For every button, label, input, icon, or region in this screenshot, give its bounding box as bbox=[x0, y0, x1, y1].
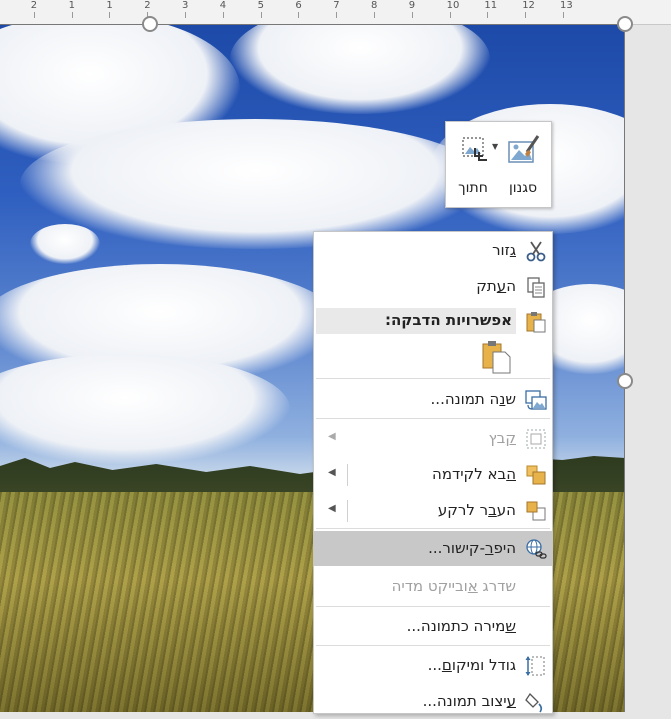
ruler-tick-label: 2 bbox=[30, 0, 38, 18]
resize-handle-top-left[interactable] bbox=[142, 16, 158, 32]
crop-button[interactable]: חתוך ▼ bbox=[450, 128, 498, 200]
menu-item-label: שמירה כתמונה... bbox=[406, 617, 516, 635]
ruler-tick-label: 11 bbox=[484, 0, 498, 18]
scissors-icon bbox=[526, 241, 546, 262]
ruler-tick-label: 2 bbox=[144, 0, 151, 18]
menu-separator bbox=[316, 378, 550, 379]
menu-item-save-as-picture[interactable]: שמירה כתמונה... bbox=[314, 609, 552, 644]
crop-icon bbox=[462, 137, 487, 161]
menu-separator bbox=[316, 418, 550, 419]
menu-separator bbox=[316, 606, 550, 607]
style-label: סגנון bbox=[508, 180, 538, 196]
style-button[interactable]: סגנון bbox=[500, 128, 546, 200]
split-divider bbox=[347, 500, 348, 522]
ruler-tick-label: 6 bbox=[295, 0, 302, 18]
paste-options-header: אפשרויות הדבקה: bbox=[316, 308, 516, 334]
menu-item-hyperlink[interactable]: היפר-קישור... bbox=[314, 531, 552, 566]
submenu-arrow-icon[interactable]: ◀ bbox=[328, 467, 336, 478]
menu-item-copy[interactable]: העתק bbox=[314, 269, 552, 304]
send-backward-icon bbox=[526, 501, 546, 521]
menu-item-label: קבץ bbox=[488, 429, 516, 447]
menu-item-label: עיצוב תמונה... bbox=[422, 692, 516, 710]
ruler-tick-label: 8 bbox=[371, 0, 378, 18]
menu-item-label: שנה תמונה... bbox=[430, 390, 516, 408]
menu-item-label: גודל ומיקום... bbox=[427, 656, 516, 674]
menu-item-bring-forward[interactable]: הבא לקידמה ◀ bbox=[314, 457, 552, 492]
picture-style-icon bbox=[508, 135, 540, 163]
crop-dropdown-arrow-icon[interactable]: ▼ bbox=[492, 142, 498, 151]
menu-item-cut[interactable]: גזור bbox=[314, 233, 552, 268]
ruler-tick-label: 13 bbox=[560, 0, 573, 18]
submenu-arrow-icon: ◀ bbox=[328, 431, 336, 442]
copy-icon bbox=[527, 277, 545, 298]
hyperlink-icon bbox=[526, 539, 547, 559]
menu-item-label: העבר לרקע bbox=[437, 501, 516, 519]
paste-keep-source-button[interactable] bbox=[479, 340, 513, 374]
menu-item-group[interactable]: קבץ ◀ bbox=[314, 421, 552, 456]
ruler-tick-label: 7 bbox=[333, 0, 340, 18]
crop-label: חתוך bbox=[458, 180, 488, 196]
ruler-tick-label: 5 bbox=[257, 0, 264, 18]
menu-item-label: גזור bbox=[492, 241, 516, 259]
picture-border-right bbox=[624, 24, 625, 712]
menu-item-label: הבא לקידמה bbox=[432, 465, 516, 483]
mini-toolbar: סגנון חתוך ▼ bbox=[445, 121, 552, 208]
menu-separator bbox=[316, 645, 550, 646]
menu-item-format-picture[interactable]: עיצוב תמונה... bbox=[314, 684, 552, 719]
paste-icon bbox=[526, 312, 546, 333]
group-icon bbox=[526, 429, 546, 449]
menu-item-change-picture[interactable]: שנה תמונה... bbox=[314, 382, 552, 417]
menu-item-send-backward[interactable]: העבר לרקע ◀ bbox=[314, 493, 552, 528]
size-position-icon bbox=[525, 656, 545, 676]
resize-handle-right[interactable] bbox=[617, 373, 633, 389]
change-picture-icon bbox=[525, 390, 547, 410]
format-picture-icon bbox=[525, 692, 543, 713]
menu-item-label: העתק bbox=[476, 277, 516, 295]
paste-options-label: אפשרויות הדבקה: bbox=[385, 311, 512, 329]
bring-forward-icon bbox=[526, 465, 546, 485]
picture-border-top bbox=[0, 24, 625, 25]
paste-picture-icon bbox=[482, 341, 511, 374]
submenu-arrow-icon[interactable]: ◀ bbox=[328, 503, 336, 514]
resize-handle-top-right[interactable] bbox=[617, 16, 633, 32]
ruler-tick-label: 12 bbox=[522, 0, 535, 18]
ruler-tick-label: 9 bbox=[408, 0, 416, 18]
menu-item-size-position[interactable]: גודל ומיקום... bbox=[314, 648, 552, 683]
ruler-tick-label: 1 bbox=[68, 0, 75, 18]
ruler-tick-label: 3 bbox=[182, 0, 189, 18]
menu-separator bbox=[316, 528, 550, 529]
ruler-tick-label: 1 bbox=[106, 0, 113, 18]
context-menu: גזור העתק אפשרויות הדבקה: שנה תמונה... ק… bbox=[313, 231, 553, 714]
cloud bbox=[230, 24, 490, 114]
menu-item-label: היפר-קישור... bbox=[428, 539, 516, 557]
horizontal-ruler: 32112345678910111213 bbox=[0, 0, 671, 25]
cloud bbox=[30, 224, 100, 264]
ruler-tick-label: 10 bbox=[446, 0, 460, 18]
menu-item-label: שדרג אובייקט מדיה bbox=[391, 577, 516, 595]
split-divider bbox=[347, 464, 348, 486]
ruler-tick-label: 4 bbox=[219, 0, 227, 18]
menu-item-upgrade-media[interactable]: שדרג אובייקט מדיה bbox=[314, 569, 552, 604]
